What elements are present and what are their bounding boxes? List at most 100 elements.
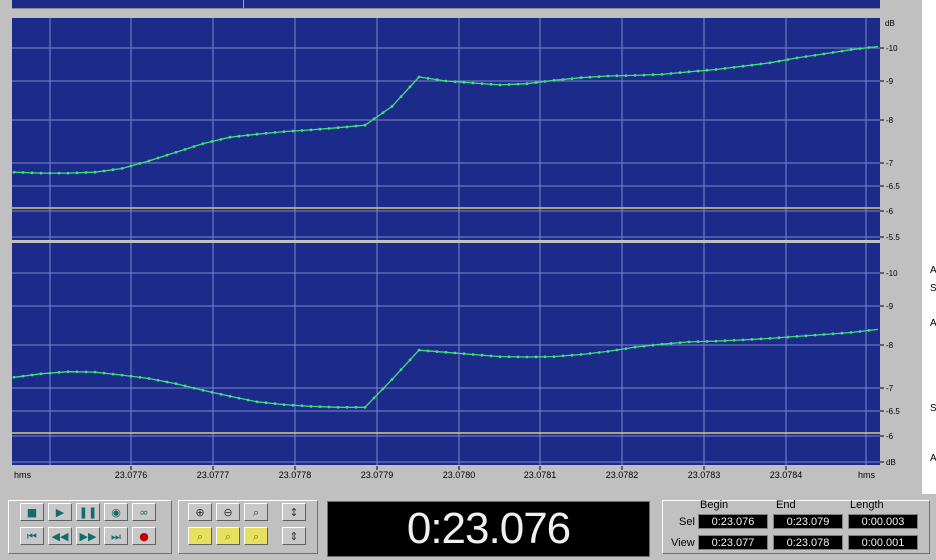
view-end-field[interactable]: 0:23.078 xyxy=(773,535,843,550)
sample-point xyxy=(147,377,151,380)
loop-button[interactable]: ∞ xyxy=(132,503,156,521)
sample-point xyxy=(390,378,394,381)
sel-end-field[interactable]: 0:23.079 xyxy=(773,514,843,529)
zoom-vertical-out-icon: ⇕ xyxy=(289,530,299,543)
sample-point xyxy=(210,390,214,394)
sample-point xyxy=(210,140,214,143)
sample-point xyxy=(606,350,610,353)
go-to-start-button[interactable]: ⏮ xyxy=(20,527,44,545)
sample-point xyxy=(426,77,430,80)
sample-point xyxy=(21,374,25,378)
sample-point xyxy=(309,405,313,408)
sample-point xyxy=(687,340,691,344)
view-length-field[interactable]: 0:00.001 xyxy=(848,535,918,550)
stop-button[interactable]: ■ xyxy=(20,503,44,521)
view-begin-field[interactable]: 0:23.077 xyxy=(698,535,768,550)
db-tick-label: -9 xyxy=(886,77,894,86)
sample-point xyxy=(156,156,160,160)
sample-point xyxy=(381,387,385,391)
db-tick-label: -10 xyxy=(886,44,898,53)
sample-point xyxy=(336,405,340,409)
zoom-selection-left-button[interactable]: ⌕ xyxy=(188,527,212,545)
sample-point xyxy=(183,148,187,151)
zoom-selection-button[interactable]: ⌕ xyxy=(216,527,240,545)
sample-point xyxy=(822,333,826,336)
sample-point xyxy=(21,171,25,174)
rewind-button[interactable]: ◀◀ xyxy=(48,527,72,545)
time-tick-label: 23.0782 xyxy=(606,470,639,480)
sample-point xyxy=(129,164,133,168)
overview-strip[interactable] xyxy=(0,0,936,14)
overview-waveform[interactable] xyxy=(12,0,880,9)
sample-point xyxy=(516,82,520,86)
right-side-panel xyxy=(922,0,936,494)
sample-point xyxy=(354,405,358,409)
sample-point xyxy=(102,371,106,375)
sel-length-field[interactable]: 0:00.003 xyxy=(848,514,918,529)
sample-point xyxy=(705,68,709,72)
zoom-selection-right-button[interactable]: ⌕ xyxy=(244,527,268,545)
channel-left-panel[interactable] xyxy=(12,18,880,240)
record-icon: ● xyxy=(139,530,149,543)
pause-icon: ❚❚ xyxy=(78,506,98,519)
waveform-display[interactable]: dB -10 -9 -8 -7 -6.5 -6 -5.5 -10 -9 -8 -7 -6.5 -6 dB hm… xyxy=(0,14,936,494)
zoom-out-button[interactable]: ⊖ xyxy=(216,503,240,521)
sample-point xyxy=(408,85,412,89)
zoom-in-button[interactable]: ⊕ xyxy=(188,503,212,521)
sample-point xyxy=(192,386,196,390)
zoom-full-icon: ⌕ xyxy=(252,506,260,519)
sample-point xyxy=(516,355,520,359)
sample-point xyxy=(660,342,664,346)
pause-button[interactable]: ❚❚ xyxy=(76,503,100,521)
sample-point xyxy=(696,340,700,343)
sample-point xyxy=(777,336,781,340)
db-tick-label: -9 xyxy=(886,302,894,311)
sample-point xyxy=(750,338,754,341)
play-icon: ▶ xyxy=(55,506,65,519)
db-unit-label: dB xyxy=(885,19,895,28)
sample-point xyxy=(120,167,124,170)
record-button[interactable]: ● xyxy=(132,527,156,545)
sample-point xyxy=(804,334,808,338)
sample-point xyxy=(849,48,853,52)
sample-point xyxy=(795,335,799,338)
sample-point xyxy=(264,131,268,135)
fast-forward-button[interactable]: ▶▶ xyxy=(76,527,100,545)
zoom-vertical-in-icon: ↕ xyxy=(289,506,299,519)
sample-point xyxy=(201,388,205,392)
sample-point xyxy=(138,162,142,165)
sample-point xyxy=(480,353,484,357)
sample-point xyxy=(597,75,601,78)
sample-point xyxy=(444,350,448,354)
sample-point xyxy=(327,405,331,409)
sample-point xyxy=(831,332,835,336)
play-to-end-button[interactable]: ◉ xyxy=(104,503,128,521)
go-to-end-button[interactable]: ⏭ xyxy=(104,527,128,545)
sample-point xyxy=(552,78,556,82)
sample-point xyxy=(75,171,79,175)
zoom-full-button[interactable]: ⌕ xyxy=(244,503,268,521)
sample-point xyxy=(615,74,619,78)
sample-point xyxy=(579,353,583,356)
sample-point xyxy=(498,83,502,87)
sample-point xyxy=(93,170,97,174)
sel-begin-field[interactable]: 0:23.076 xyxy=(698,514,768,529)
channel-right-panel[interactable] xyxy=(12,243,880,465)
overview-cursor xyxy=(243,0,244,8)
sample-point xyxy=(714,68,718,71)
play-button[interactable]: ▶ xyxy=(48,503,72,521)
db-tick-label: -5.5 xyxy=(886,233,900,242)
play-to-end-icon: ◉ xyxy=(111,506,121,519)
sample-point xyxy=(255,400,259,404)
sample-point xyxy=(165,380,169,384)
sample-point xyxy=(426,349,430,353)
zoom-vertical-out-button[interactable]: ⇕ xyxy=(282,527,306,545)
zoom-vertical-in-button[interactable]: ↕ xyxy=(282,503,306,521)
db-tick-label: -7 xyxy=(886,384,894,393)
sample-point xyxy=(174,150,178,154)
sample-point xyxy=(687,70,691,74)
db-tick-label: -10 xyxy=(886,269,898,278)
sample-point xyxy=(777,59,781,63)
sample-point xyxy=(111,372,115,376)
sample-point xyxy=(12,375,16,379)
